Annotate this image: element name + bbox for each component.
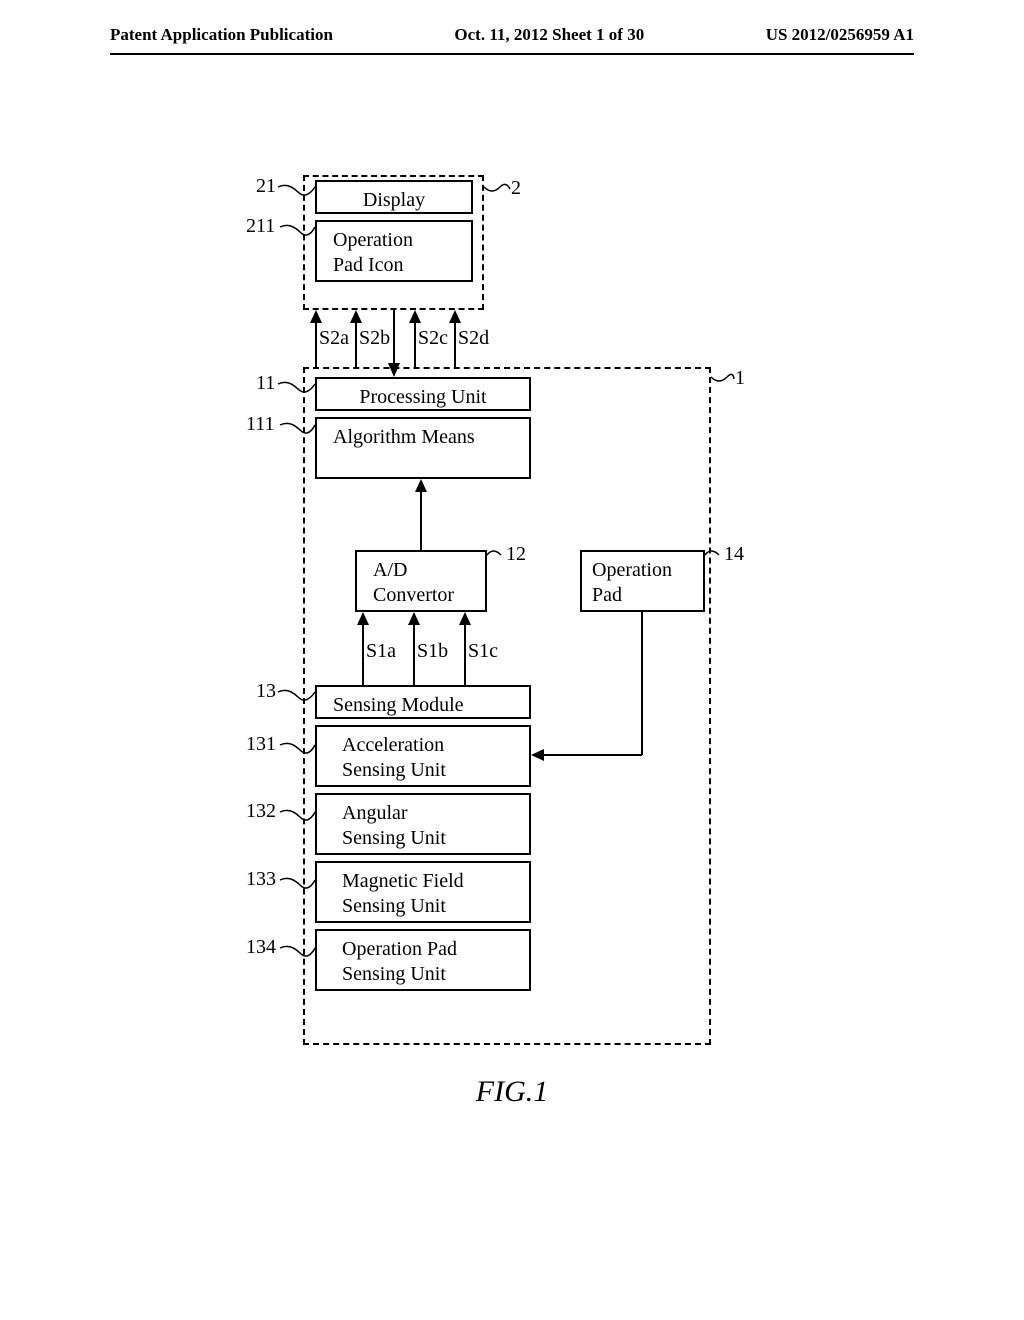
figure-caption: FIG.1 [476, 1075, 548, 1109]
processing-unit-box: Processing Unit [315, 377, 531, 411]
ref-14: 14 [724, 543, 744, 566]
display-box: Display [315, 180, 473, 214]
ref-132: 132 [246, 800, 276, 823]
operation-pad-box: Operation Pad [580, 550, 705, 612]
header-center: Oct. 11, 2012 Sheet 1 of 30 [454, 25, 644, 45]
ref-2: 2 [511, 177, 521, 200]
diagram: Display Operation Pad Icon Processing Un… [0, 55, 1024, 1255]
ref-131: 131 [246, 733, 276, 756]
ref-11: 11 [256, 372, 275, 395]
sig-s2d: S2d [458, 327, 489, 350]
magnetic-sensing-unit-box: Magnetic Field Sensing Unit [315, 861, 531, 923]
ref-211: 211 [246, 215, 275, 238]
sig-s2b: S2b [359, 327, 390, 350]
accel-sensing-unit-box: Acceleration Sensing Unit [315, 725, 531, 787]
sig-s1b: S1b [417, 640, 448, 663]
algorithm-means-box: Algorithm Means [315, 417, 531, 479]
op-pad-icon-box: Operation Pad Icon [315, 220, 473, 282]
ref-111: 111 [246, 413, 275, 436]
header-left: Patent Application Publication [110, 25, 333, 45]
ref-134: 134 [246, 936, 276, 959]
ref-1: 1 [735, 367, 745, 390]
sig-s1a: S1a [366, 640, 396, 663]
header-right: US 2012/0256959 A1 [766, 25, 914, 45]
ref-13: 13 [256, 680, 276, 703]
ref-133: 133 [246, 868, 276, 891]
sensing-module-box: Sensing Module [315, 685, 531, 719]
sig-s1c: S1c [468, 640, 498, 663]
adc-box: A/D Convertor [355, 550, 487, 612]
sig-s2a: S2a [319, 327, 349, 350]
ref-12: 12 [506, 543, 526, 566]
op-pad-sensing-unit-box: Operation Pad Sensing Unit [315, 929, 531, 991]
angular-sensing-unit-box: Angular Sensing Unit [315, 793, 531, 855]
sig-s2c: S2c [418, 327, 448, 350]
ref-21: 21 [256, 175, 276, 198]
